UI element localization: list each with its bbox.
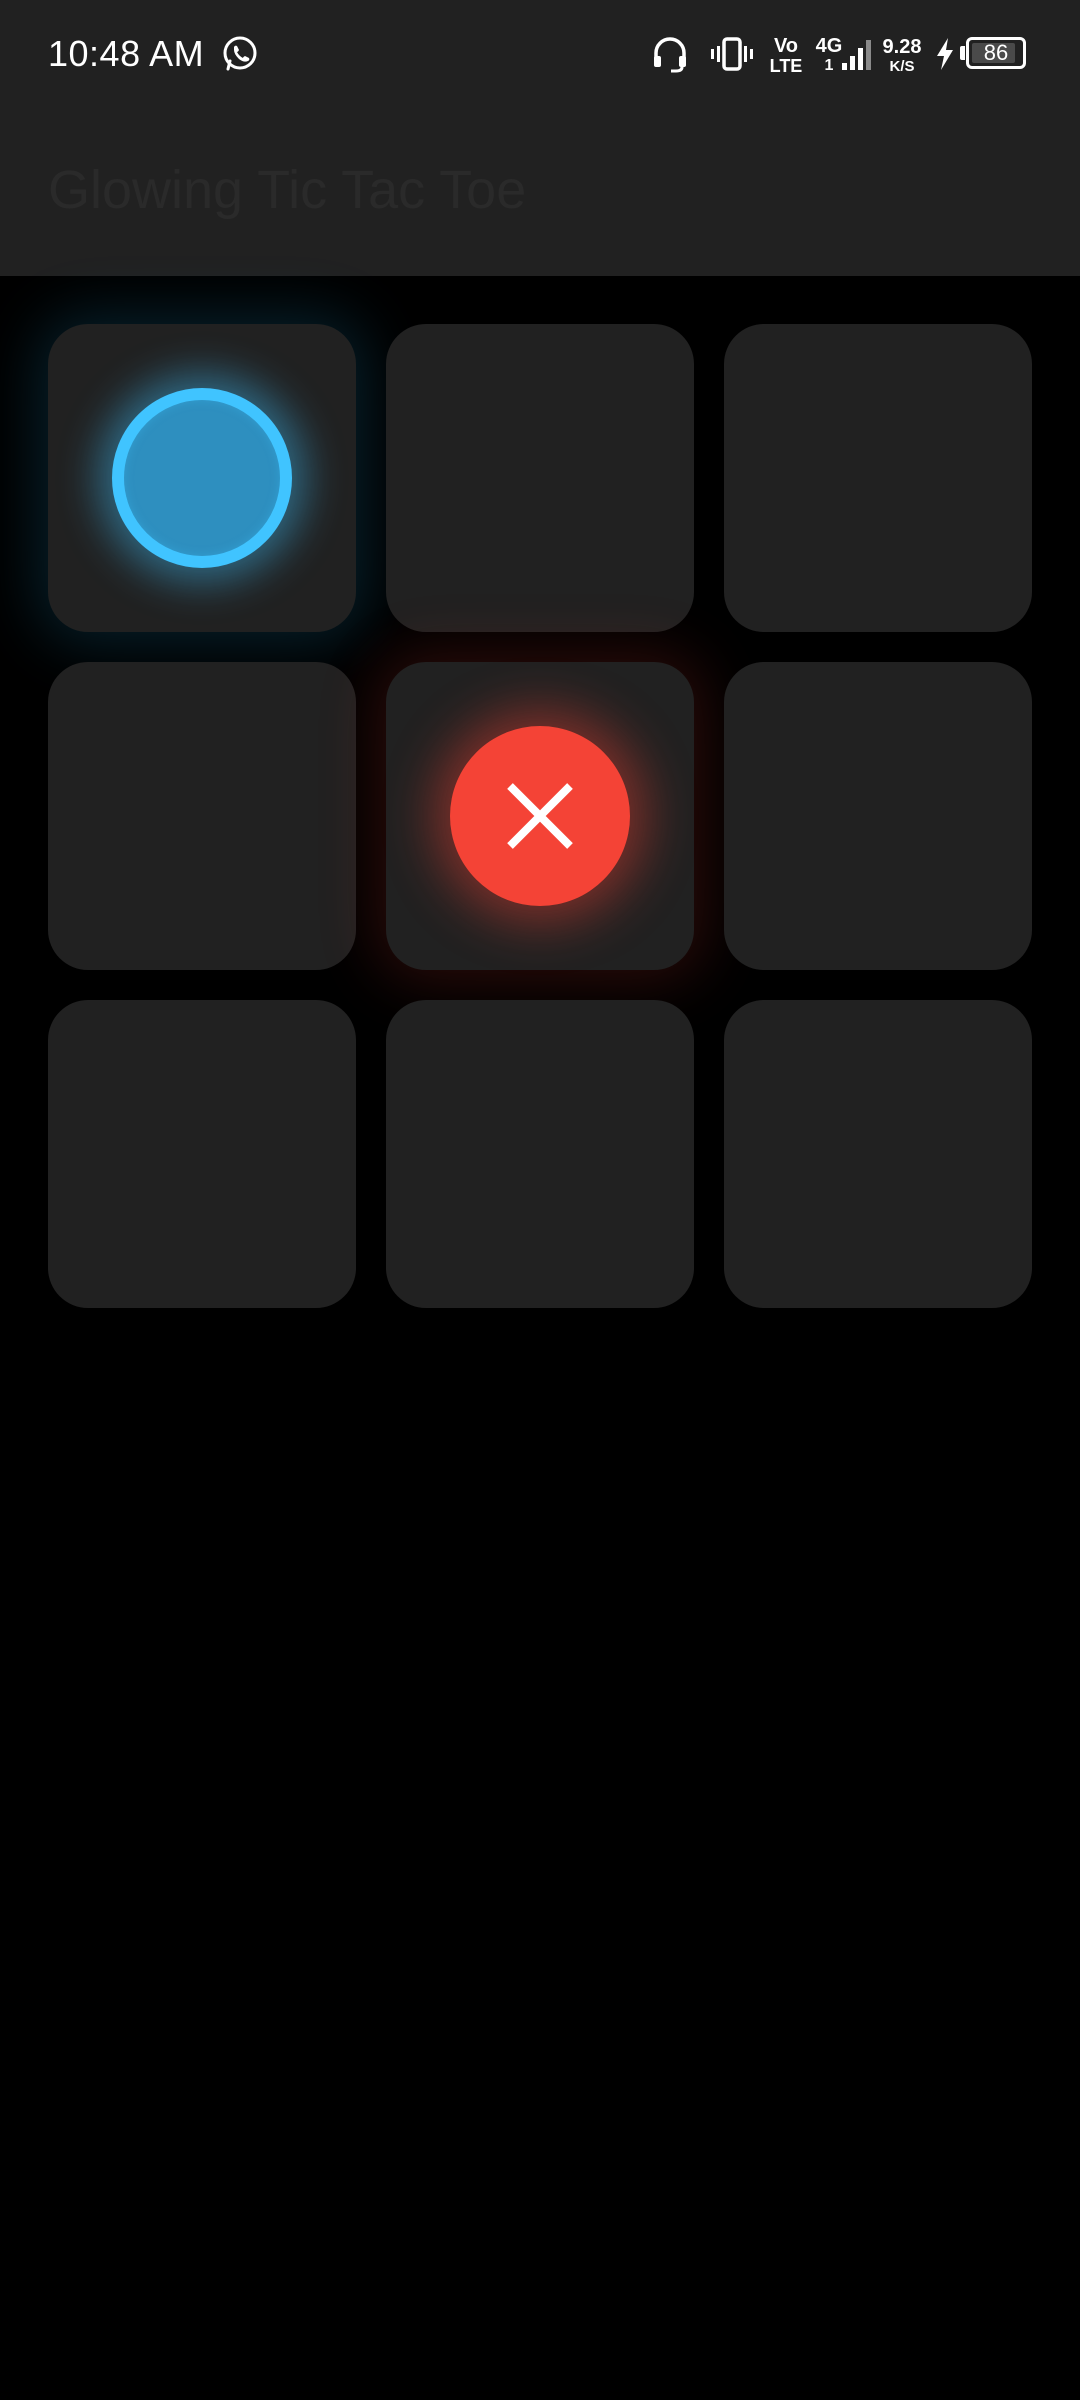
battery-icon: 86 xyxy=(966,37,1026,69)
charging-icon xyxy=(932,30,958,78)
board-cell-3[interactable] xyxy=(724,324,1032,632)
board-cell-4[interactable] xyxy=(48,662,356,970)
vibrate-icon xyxy=(708,30,756,78)
signal-icon xyxy=(840,30,874,78)
status-time: 10:48 AM xyxy=(48,33,205,74)
headset-icon xyxy=(648,30,692,78)
game-board xyxy=(48,324,1032,1308)
x-mark-icon xyxy=(450,726,630,906)
volte-lte: LTE xyxy=(769,56,803,76)
board-cell-6[interactable] xyxy=(724,662,1032,970)
board-cell-5[interactable] xyxy=(386,662,694,970)
battery-tip xyxy=(960,46,965,60)
battery-level: 86 xyxy=(983,40,1009,65)
volte-label: Vo LTE xyxy=(768,36,804,75)
board-cell-2[interactable] xyxy=(386,324,694,632)
app-header: 10:48 AM Vo LTE 4G 1 9.28 K/S 86 Glowing… xyxy=(0,0,1080,276)
whatsapp-icon xyxy=(218,30,262,78)
board-cell-8[interactable] xyxy=(386,1000,694,1308)
speed-unit: K/S xyxy=(889,58,915,75)
app-title: Glowing Tic Tac Toe xyxy=(48,160,527,220)
status-bar: 10:48 AM Vo LTE 4G 1 9.28 K/S 86 xyxy=(0,0,1080,108)
o-mark-icon xyxy=(112,388,292,568)
board-cell-9[interactable] xyxy=(724,1000,1032,1308)
volte-vo: Vo xyxy=(773,35,799,57)
board-cell-7[interactable] xyxy=(48,1000,356,1308)
network-speed: 9.28 K/S xyxy=(880,37,924,74)
speed-value: 9.28 xyxy=(882,36,922,58)
board-cell-1[interactable] xyxy=(48,324,356,632)
